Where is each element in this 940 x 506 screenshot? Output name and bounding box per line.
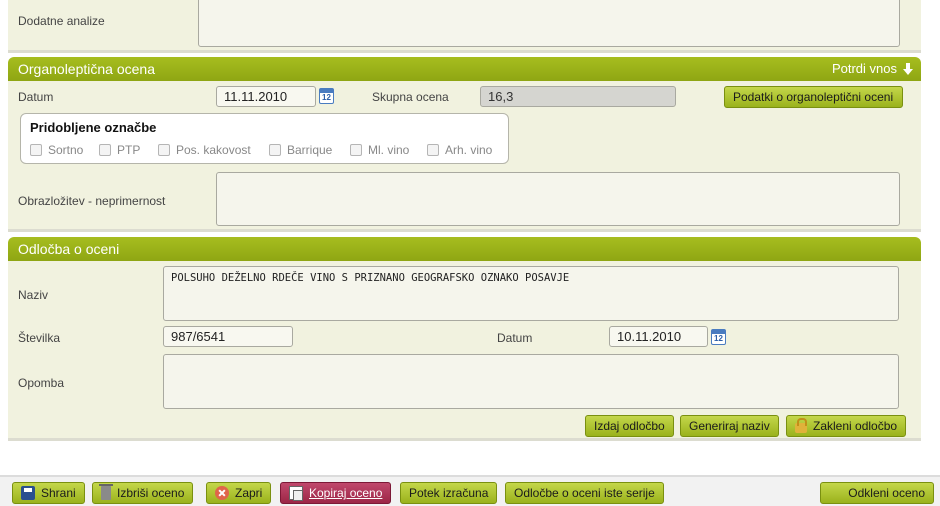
close-button[interactable]: Zapri bbox=[206, 482, 272, 504]
name-label: Naziv bbox=[18, 288, 49, 302]
acquired-labels-group: Pridobljene označbe Sortno PTP Pos. kako… bbox=[20, 113, 509, 164]
organoleptic-data-button-label: Podatki o organoleptični oceni bbox=[733, 90, 894, 104]
confirm-entry-label: Potrdi vnos bbox=[831, 61, 897, 76]
decision-section-title: Odločba o oceni bbox=[18, 241, 120, 257]
delete-score-button[interactable]: Izbriši oceno bbox=[92, 482, 194, 504]
name-textarea[interactable]: POLSUHO DEŽELNO RDEČE VINO S PRIZNANO GE… bbox=[163, 266, 899, 321]
lock-decision-button[interactable]: Zakleni odločbo bbox=[786, 415, 907, 437]
checkbox-pos-kakovost[interactable]: Pos. kakovost bbox=[158, 143, 251, 157]
lock-icon bbox=[795, 418, 807, 433]
checkbox-box[interactable] bbox=[427, 144, 439, 156]
arrow-down-icon bbox=[903, 63, 913, 75]
checkbox-ml-vino[interactable]: Ml. vino bbox=[350, 143, 409, 157]
close-circle-icon bbox=[215, 486, 229, 500]
section-divider bbox=[8, 229, 921, 232]
number-label: Številka bbox=[18, 331, 61, 345]
note-textarea[interactable] bbox=[163, 354, 899, 409]
organoleptic-section-title: Organoleptična ocena bbox=[18, 61, 155, 77]
checkbox-sortno[interactable]: Sortno bbox=[30, 143, 83, 157]
total-score-label: Skupna ocena bbox=[372, 90, 449, 104]
note-label: Opomba bbox=[18, 376, 65, 390]
checkbox-arh-vino[interactable]: Arh. vino bbox=[427, 143, 492, 157]
organoleptic-date-label: Datum bbox=[18, 90, 54, 104]
confirm-entry-link[interactable]: Potrdi vnos bbox=[832, 57, 913, 81]
calendar-icon[interactable]: 12 bbox=[711, 329, 726, 345]
total-score-field: 16,3 bbox=[480, 86, 676, 107]
generate-name-button[interactable]: Generiraj naziv bbox=[680, 415, 779, 437]
checkbox-box[interactable] bbox=[350, 144, 362, 156]
same-series-decisions-button[interactable]: Odločbe o oceni iste serije bbox=[505, 482, 664, 504]
checkbox-ptp[interactable]: PTP bbox=[99, 143, 140, 157]
number-field[interactable]: 987/6541 bbox=[163, 326, 293, 347]
checkbox-box[interactable] bbox=[99, 144, 111, 156]
checkbox-box[interactable] bbox=[158, 144, 170, 156]
checkbox-box[interactable] bbox=[30, 144, 42, 156]
section-divider bbox=[8, 438, 921, 441]
calendar-icon[interactable]: 12 bbox=[319, 88, 334, 104]
decision-section-header: Odločba o oceni bbox=[8, 237, 921, 261]
checkbox-box[interactable] bbox=[269, 144, 281, 156]
organoleptic-section-header: Organoleptična ocena Potrdi vnos bbox=[8, 57, 921, 81]
section-divider bbox=[8, 50, 921, 53]
trash-icon bbox=[99, 484, 113, 500]
organoleptic-data-button[interactable]: Podatki o organoleptični oceni bbox=[724, 86, 903, 108]
organoleptic-date-field[interactable]: 11.11.2010 bbox=[216, 86, 316, 107]
issue-decision-button[interactable]: Izdaj odločbo bbox=[585, 415, 674, 437]
checkbox-barrique[interactable]: Barrique bbox=[269, 143, 332, 157]
copy-icon bbox=[289, 486, 303, 501]
save-button[interactable]: Shrani bbox=[12, 482, 85, 504]
calculation-flow-button[interactable]: Potek izračuna bbox=[400, 482, 498, 504]
decision-date-field[interactable]: 10.11.2010 bbox=[609, 326, 708, 347]
dodatne-analize-label: Dodatne analize bbox=[18, 14, 105, 28]
copy-score-button[interactable]: Kopiraj oceno bbox=[280, 482, 392, 504]
justification-label: Obrazložitev - neprimernost bbox=[18, 194, 166, 208]
unlock-score-button[interactable]: Odkleni oceno bbox=[820, 482, 934, 504]
dodatne-analize-textarea[interactable] bbox=[198, 0, 900, 47]
decision-date-label: Datum bbox=[497, 331, 533, 345]
floppy-disk-icon bbox=[21, 486, 35, 500]
acquired-labels-title: Pridobljene označbe bbox=[30, 120, 157, 135]
justification-textarea[interactable] bbox=[216, 172, 900, 226]
